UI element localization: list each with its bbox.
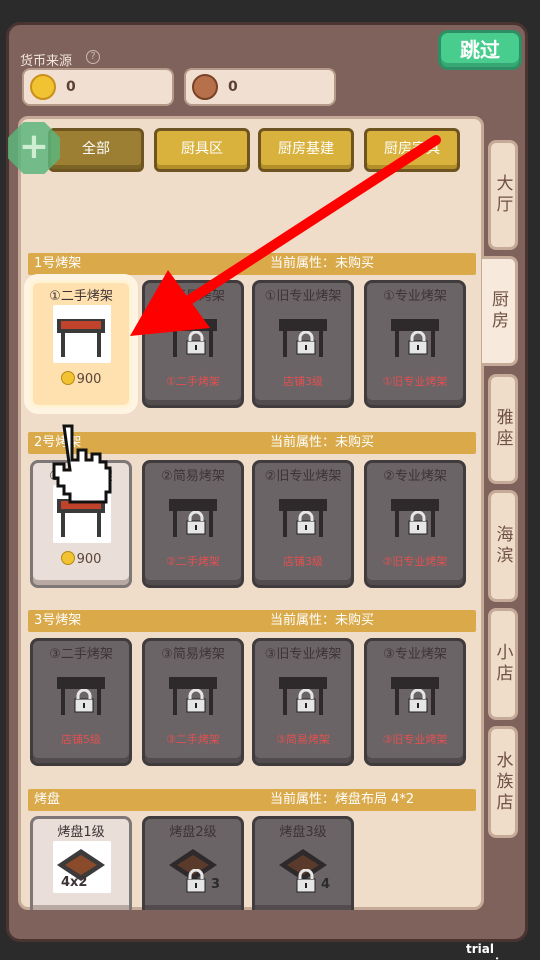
- watermark-label: trial version: [466, 942, 516, 960]
- pointer-hand-icon: [52, 424, 112, 504]
